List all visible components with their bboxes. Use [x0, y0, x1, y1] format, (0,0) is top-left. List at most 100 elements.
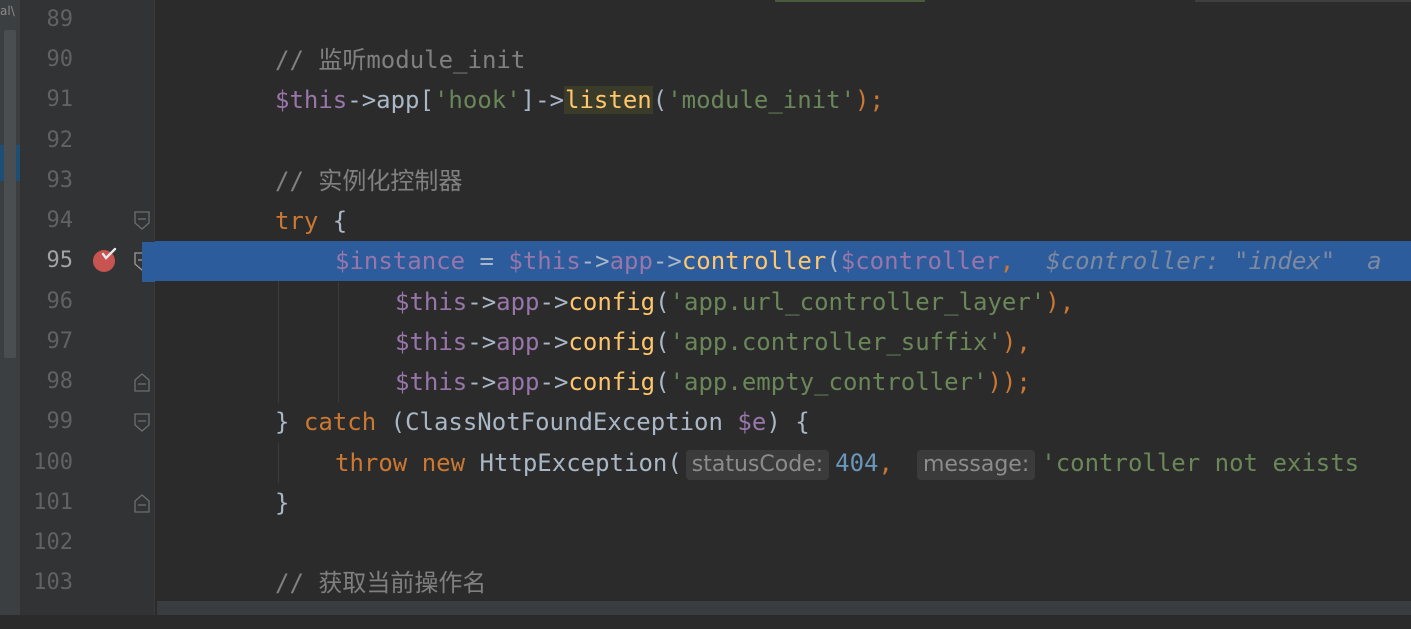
arrow-operator: -> [347, 86, 377, 114]
line-number: 103 [33, 570, 73, 595]
app-property: app [496, 328, 540, 356]
string-literal: 'app.controller_suffix' [669, 328, 1002, 356]
keyword-new: new [407, 449, 480, 477]
code-line-94[interactable]: try { [155, 201, 1411, 241]
number-literal: 404 [835, 449, 879, 477]
paren: ( [826, 247, 841, 275]
paren-comma: ), [1001, 328, 1031, 356]
arrow-operator: -> [539, 368, 569, 396]
app-property: app [496, 368, 540, 396]
line-number: 96 [46, 289, 74, 314]
paren: ( [652, 86, 668, 114]
this-variable: $this [395, 328, 468, 356]
parameter-hint-statuscode: statusCode: [685, 450, 830, 480]
line-number: 93 [46, 168, 74, 193]
arrow-operator: -> [467, 328, 497, 356]
code-line-95-execution[interactable]: $instance = $this->app->controller($cont… [155, 241, 1411, 281]
editor-gutter[interactable]: 89 90 91 92 93 94 95 96 97 98 99 100 101… [21, 0, 155, 629]
highlighted-method-listen: listen [564, 86, 653, 114]
parameter-hint-message: message: [916, 450, 1036, 480]
arrow-operator: -> [539, 288, 569, 316]
inline-debug-value: $controller: "index" [1046, 247, 1336, 275]
this-variable: $this [395, 368, 468, 396]
method-config: config [568, 368, 656, 396]
execution-line-gutter-highlight [142, 242, 155, 282]
line-number: 100 [33, 450, 73, 475]
app-property: app [496, 288, 540, 316]
line-number: 94 [46, 208, 74, 233]
string-literal: 'controller not exists [1041, 449, 1360, 477]
bracket: [ [419, 86, 434, 114]
fold-open-icon[interactable] [134, 211, 150, 231]
controller-argument: $controller [840, 247, 1000, 275]
code-line-90[interactable]: // 监听module_init [155, 40, 1411, 80]
vertical-scrollbar-thumb[interactable] [4, 30, 16, 358]
app-property: app [609, 247, 653, 275]
code-line-103[interactable]: // 获取当前操作名 [155, 563, 1411, 603]
code-line-97[interactable]: $this->app->config('app.controller_suffi… [155, 322, 1411, 362]
line-number: 101 [33, 490, 73, 515]
this-variable: $this [395, 288, 468, 316]
inline-debug-overflow: a [1367, 247, 1382, 275]
code-line-99[interactable]: } catch (ClassNotFoundException $e) { [155, 402, 1411, 442]
code-line-98[interactable]: $this->app->config('app.empty_controller… [155, 362, 1411, 402]
fold-close-icon[interactable] [134, 493, 150, 513]
code-editor[interactable]: // 监听module_init $this->app['hook']->lis… [155, 0, 1411, 629]
paren-brace: ) { [766, 408, 810, 436]
current-line-number: 95 [46, 248, 74, 273]
method-config: config [568, 328, 656, 356]
brace: } [275, 489, 290, 517]
method-controller: controller [681, 247, 827, 275]
arrow-operator: -> [467, 288, 497, 316]
statement-end: )); [987, 368, 1031, 396]
code-line-100[interactable]: throw new HttpException(statusCode: 404, m… [155, 443, 1411, 483]
paren: ( [655, 328, 670, 356]
code-line-91[interactable]: $this->app['hook']->listen('module_init'… [155, 80, 1411, 120]
arrow-operator: -> [652, 247, 682, 275]
scroll-position-mark [1195, 0, 1411, 2]
paren: ( [376, 408, 406, 436]
arrow-operator: -> [467, 368, 497, 396]
code-line-93[interactable]: // 实例化控制器 [155, 161, 1411, 201]
method-config: config [568, 288, 656, 316]
line-number: 90 [46, 47, 74, 72]
comma: , [878, 449, 893, 477]
exception-variable: $e [737, 408, 767, 436]
editor-bottom-edge [0, 615, 1411, 629]
bracket-arrow: ]-> [520, 86, 565, 114]
line-number: 89 [46, 7, 74, 32]
string-literal: 'module_init' [667, 86, 856, 114]
line-number: 99 [46, 409, 74, 434]
brace: { [318, 207, 348, 235]
keyword-throw: throw [335, 449, 408, 477]
app-property: app [376, 86, 420, 114]
instance-variable: $instance [335, 247, 466, 275]
paren: ( [667, 449, 682, 477]
statement-end: ); [855, 86, 884, 114]
keyword-try: try [275, 207, 319, 235]
arrow-operator: -> [539, 328, 569, 356]
string-literal: 'app.url_controller_layer' [669, 288, 1046, 316]
arrow-operator: -> [580, 247, 610, 275]
code-line-96[interactable]: $this->app->config('app.url_controller_l… [155, 282, 1411, 322]
http-exception-class: HttpException [479, 449, 668, 477]
comma: , [999, 247, 1015, 275]
this-variable: $this [508, 247, 581, 275]
fold-close-icon[interactable] [134, 372, 150, 392]
code-line-101[interactable]: } [155, 483, 1411, 523]
line-number: 91 [46, 87, 74, 112]
comment: // 监听module_init [275, 46, 526, 74]
breakpoint-icon[interactable] [91, 246, 119, 274]
exception-class: ClassNotFoundException [405, 408, 723, 436]
side-tool-strip: al\ [0, 0, 21, 629]
this-variable: $this [275, 86, 348, 114]
line-number: 98 [46, 369, 74, 394]
fold-open-icon[interactable] [134, 413, 150, 433]
brace: } [275, 408, 304, 436]
side-tab-label[interactable]: al\ [0, 4, 15, 18]
string-literal: 'hook' [433, 86, 521, 114]
string-literal: 'app.empty_controller' [669, 368, 988, 396]
horizontal-scrollbar[interactable] [157, 601, 1411, 615]
line-number: 97 [46, 329, 74, 354]
